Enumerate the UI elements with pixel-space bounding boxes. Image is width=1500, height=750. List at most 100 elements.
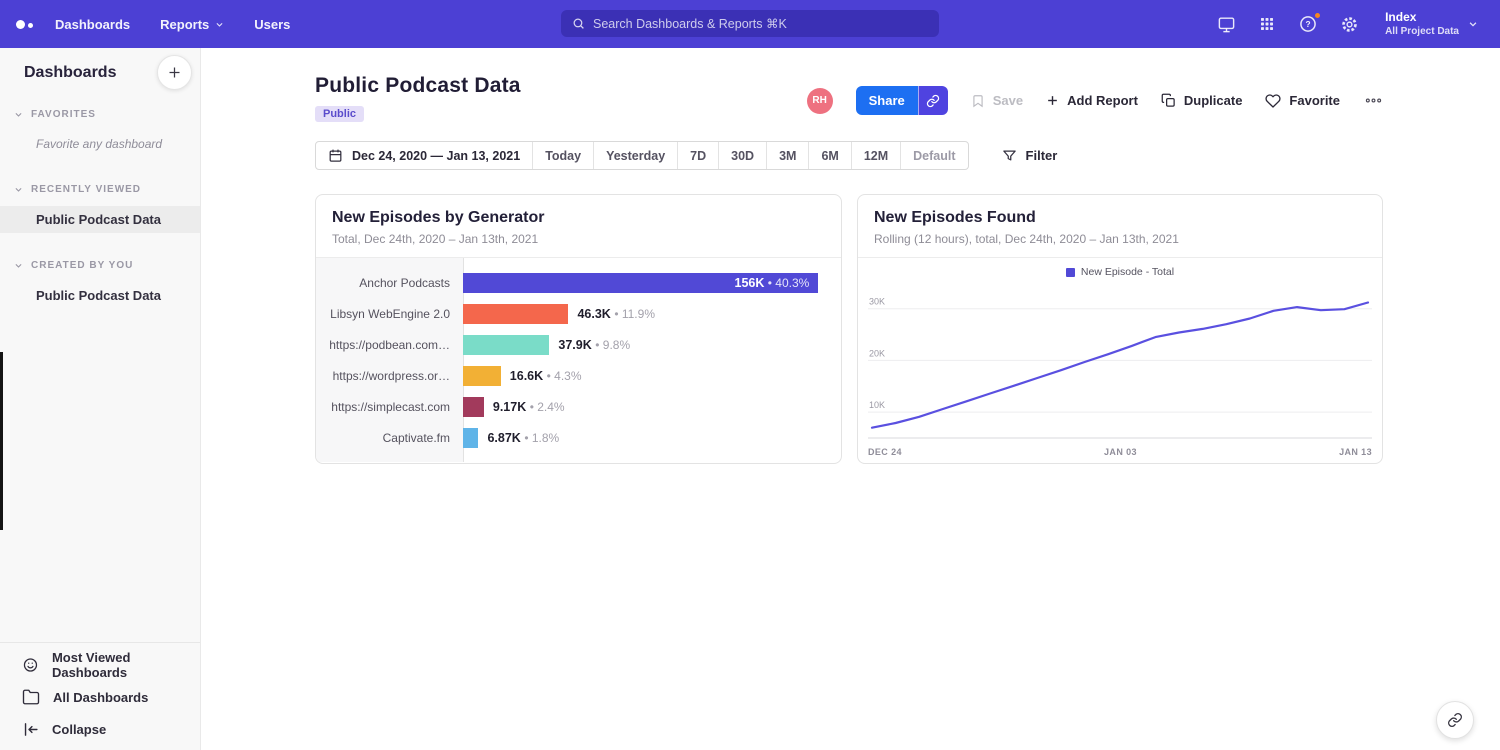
section-header-favorites[interactable]: FAVORITES [0,109,200,120]
bar-cell: 16.6K • 4.3% [463,366,841,386]
add-dashboard-button[interactable] [157,55,192,90]
date-preset-today[interactable]: Today [532,142,593,169]
section-header-recently-viewed[interactable]: RECENTLY VIEWED [0,184,200,195]
main-content: Public Podcast Data Public RH Share Save [201,48,1500,750]
date-preset-3m[interactable]: 3M [766,142,808,169]
date-range-group: Dec 24, 2020 — Jan 13, 2021 TodayYesterd… [315,141,969,170]
filter-button[interactable]: Filter [1002,148,1058,163]
smiley-icon [22,656,39,674]
sidebar-item-public-podcast-data[interactable]: Public Podcast Data [0,282,200,309]
topnav-right: ? Index All Project Data [1215,10,1500,39]
bar-row: https://simplecast.com9.17K • 2.4% [316,391,841,422]
date-preset-yesterday[interactable]: Yesterday [593,142,677,169]
chart-title[interactable]: New Episodes by Generator [332,209,825,227]
duplicate-button[interactable]: Duplicate [1161,93,1243,108]
legend-swatch [1066,268,1075,277]
gear-icon [1340,15,1359,34]
date-presets: TodayYesterday7D30D3M6M12MDefault [532,142,967,169]
bar-cell: 37.9K • 9.8% [463,335,841,355]
more-actions-button[interactable] [1363,93,1384,108]
chart-title[interactable]: New Episodes Found [874,209,1366,227]
bar-segment[interactable] [463,335,549,355]
nav-label: Reports [160,17,209,32]
project-name: Index [1385,10,1459,26]
grid-icon [1259,16,1275,32]
search-input[interactable]: Search Dashboards & Reports ⌘K [561,10,939,37]
section-header-created-by-you[interactable]: CREATED BY YOU [0,260,200,271]
footer-item-label: All Dashboards [53,690,148,705]
favorite-button[interactable]: Favorite [1265,93,1340,109]
bar-segment[interactable] [463,366,501,386]
x-axis-labels: DEC 24 JAN 03 JAN 13 [868,447,1372,457]
date-range-label: Dec 24, 2020 — Jan 13, 2021 [352,149,520,163]
bar-value-label: 16.6K • 4.3% [510,369,582,383]
nav-users[interactable]: Users [254,17,290,32]
screen-edge-artifact [0,352,3,530]
plus-icon [1046,94,1059,107]
sidebar-header: Dashboards [0,48,200,82]
chevron-down-icon [14,110,23,119]
date-preset-7d[interactable]: 7D [677,142,718,169]
mixpanel-logo[interactable] [16,20,33,29]
apps-grid-icon[interactable] [1256,13,1278,35]
title-block: Public Podcast Data Public [315,74,521,122]
share-button[interactable]: Share [856,86,918,115]
share-split-button: Share [856,86,948,115]
nav-dashboards[interactable]: Dashboards [55,17,130,32]
bar-segment[interactable] [463,304,568,324]
collapse-icon [22,721,39,738]
all-dashboards-button[interactable]: All Dashboards [0,681,200,713]
bar-value-label: 6.87K • 1.8% [487,431,559,445]
bar-chart-card: New Episodes by Generator Total, Dec 24t… [315,194,842,464]
report-cards: New Episodes by Generator Total, Dec 24t… [315,194,1384,464]
page-header: Public Podcast Data Public RH Share Save [315,74,1384,122]
top-navbar: Dashboards Reports Users Search Dashboar… [0,0,1500,48]
header-actions: RH Share Save Add Report Dupl [807,86,1384,115]
add-report-label: Add Report [1067,93,1138,108]
bar-cell: 6.87K • 1.8% [463,428,841,448]
sidebar-section-recently-viewed: RECENTLY VIEWED Public Podcast Data [0,184,200,233]
add-report-button[interactable]: Add Report [1046,93,1138,108]
bar-segment[interactable] [463,397,484,417]
sidebar: Dashboards FAVORITES Favorite any dashbo… [0,48,201,750]
bar-segment[interactable]: 156K • 40.3% [463,273,818,293]
date-preset-6m[interactable]: 6M [808,142,850,169]
project-selector[interactable]: Index All Project Data [1385,10,1478,39]
settings-button[interactable] [1338,13,1360,35]
footer-item-label: Collapse [52,722,106,737]
svg-text:10K: 10K [869,400,885,410]
filter-label: Filter [1026,148,1058,163]
save-button[interactable]: Save [971,93,1023,108]
nav-reports[interactable]: Reports [160,17,224,32]
sidebar-item-public-podcast-data[interactable]: Public Podcast Data [0,206,200,233]
date-preset-default[interactable]: Default [900,142,967,169]
most-viewed-dashboards-button[interactable]: Most Viewed Dashboards [0,649,200,681]
bar-cell: 156K • 40.3% [463,273,841,293]
bar-segment[interactable] [463,428,478,448]
chevron-down-icon [14,261,23,270]
chart-legend: New Episode - Total [868,266,1372,278]
bar-row: https://podbean.com…37.9K • 9.8% [316,329,841,360]
page-title: Public Podcast Data [315,74,521,98]
bar-row: Libsyn WebEngine 2.046.3K • 11.9% [316,298,841,329]
avatar[interactable]: RH [807,88,833,114]
date-range-button[interactable]: Dec 24, 2020 — Jan 13, 2021 [316,142,532,169]
line-chart: 10K20K30K [868,284,1372,444]
collapse-sidebar-button[interactable]: Collapse [0,713,200,745]
date-toolbar: Dec 24, 2020 — Jan 13, 2021 TodayYesterd… [315,141,1384,170]
nav-label: Users [254,17,290,32]
help-button[interactable]: ? [1297,13,1319,35]
date-preset-12m[interactable]: 12M [851,142,900,169]
favorite-label: Favorite [1289,93,1340,108]
floating-link-button[interactable] [1436,701,1474,739]
sidebar-footer: Most Viewed Dashboards All Dashboards Co… [0,642,200,745]
section-label: CREATED BY YOU [31,260,133,271]
bar-category-label: Libsyn WebEngine 2.0 [316,307,463,321]
date-preset-30d[interactable]: 30D [718,142,766,169]
bar-category-label: Captivate.fm [316,431,463,445]
bar-value-label: 37.9K • 9.8% [558,338,630,352]
share-link-button[interactable] [918,86,948,115]
integrations-icon[interactable] [1215,13,1237,35]
chevron-down-icon [14,185,23,194]
svg-text:20K: 20K [869,348,885,358]
